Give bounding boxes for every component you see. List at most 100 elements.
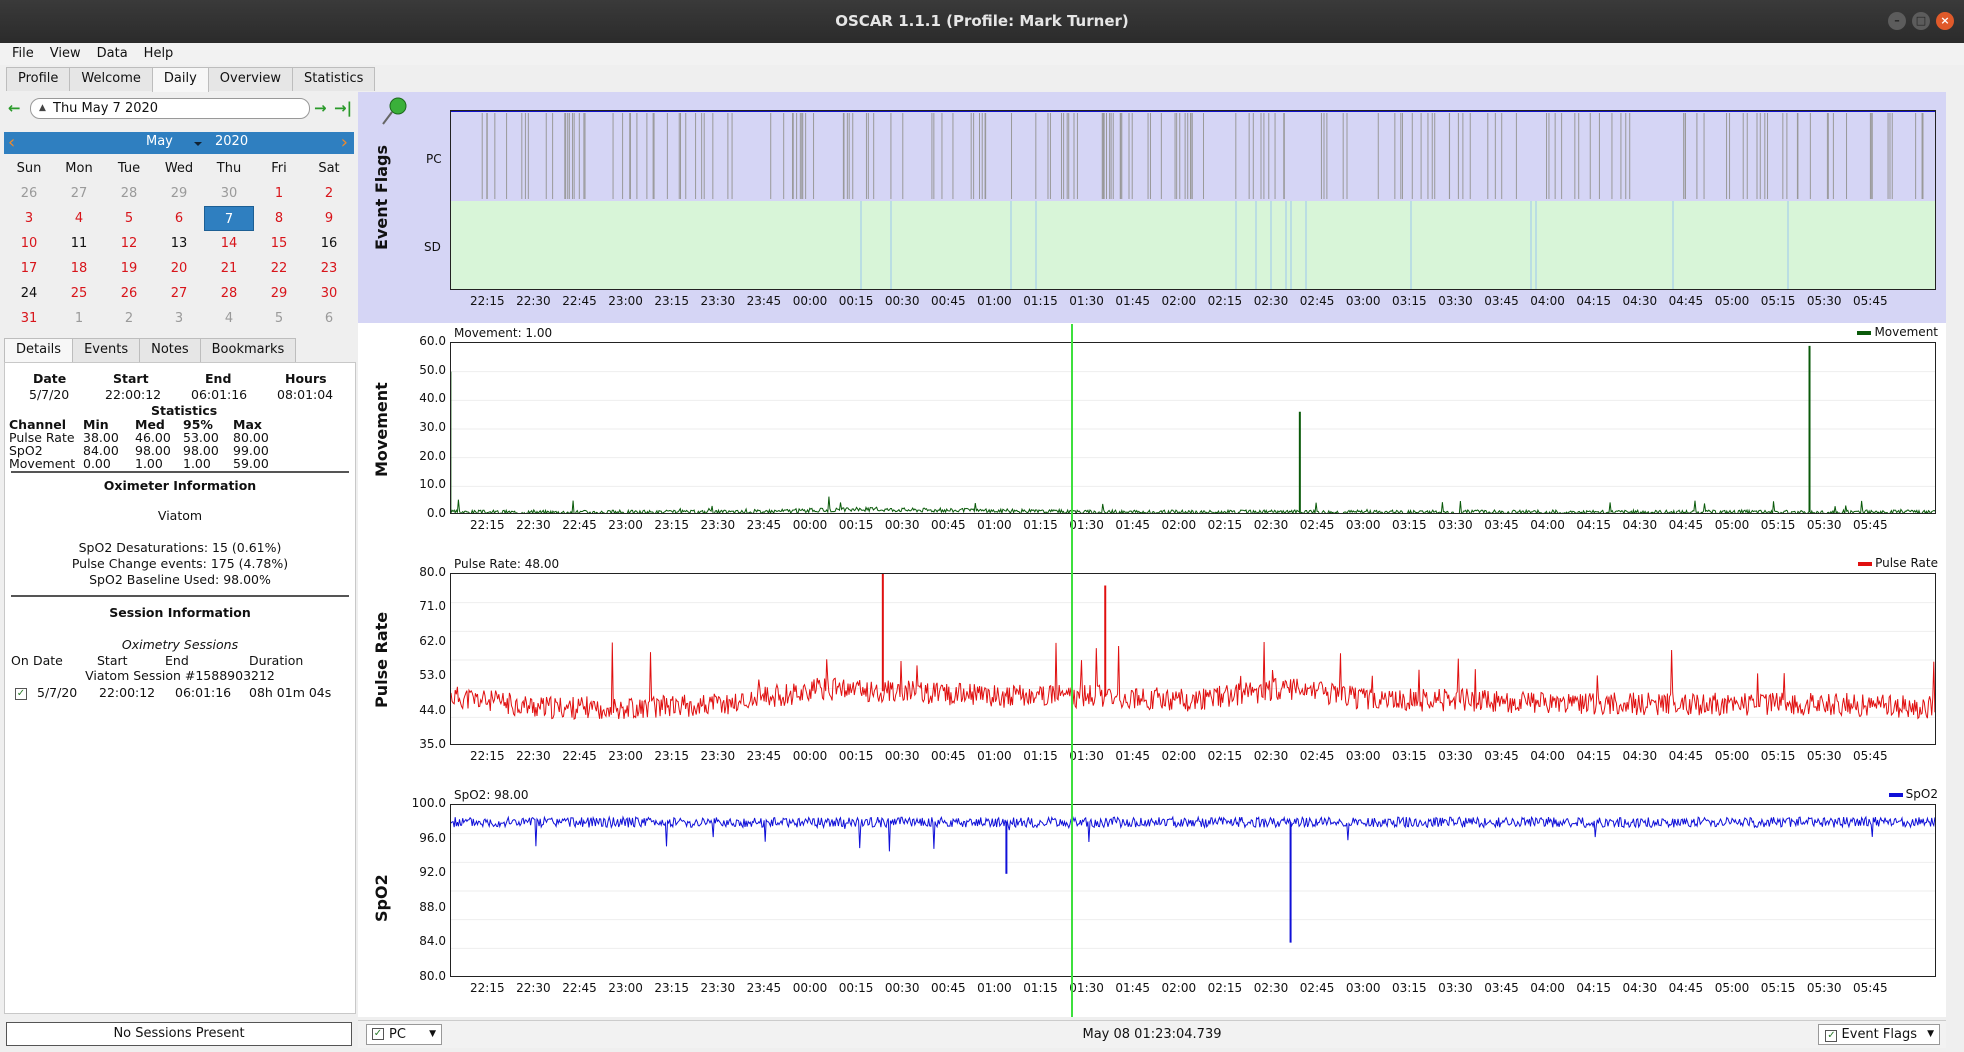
menu-data[interactable]: Data bbox=[91, 43, 134, 65]
series-line bbox=[451, 815, 1935, 852]
calendar-day[interactable]: 30 bbox=[204, 181, 254, 206]
calendar-day[interactable]: 3 bbox=[154, 306, 204, 331]
calendar-day[interactable]: 18 bbox=[54, 256, 104, 281]
x-tick-label: 23:15 bbox=[654, 981, 689, 995]
tab-events[interactable]: Events bbox=[72, 338, 141, 362]
tab-daily[interactable]: Daily bbox=[151, 67, 209, 92]
calendar-day[interactable]: 10 bbox=[4, 231, 54, 256]
x-tick-label: 00:15 bbox=[838, 749, 874, 763]
x-tick-label: 01:15 bbox=[1023, 749, 1058, 763]
calendar-day[interactable]: 2 bbox=[304, 181, 354, 206]
calendar-year[interactable]: 2020 bbox=[215, 134, 248, 149]
y-tick-label: 88.0 bbox=[419, 899, 446, 914]
calendar-day[interactable]: 28 bbox=[204, 281, 254, 306]
menu-help[interactable]: Help bbox=[138, 43, 180, 65]
calendar-day[interactable]: 30 bbox=[304, 281, 354, 306]
calendar-day[interactable]: 15 bbox=[254, 231, 304, 256]
x-tick-label: 02:45 bbox=[1299, 518, 1335, 532]
x-tick-label: 01:15 bbox=[1023, 981, 1058, 995]
pulse-rate-plot[interactable] bbox=[450, 573, 1936, 745]
calendar-day[interactable]: 6 bbox=[304, 306, 354, 331]
prev-month-chevron-icon[interactable]: ‹ bbox=[8, 132, 15, 154]
calendar-day[interactable]: 24 bbox=[4, 281, 54, 306]
calendar-day[interactable]: 4 bbox=[54, 206, 104, 231]
calendar-day[interactable]: 28 bbox=[104, 181, 154, 206]
event-flags-select[interactable]: ✓ Event Flags ▼ bbox=[1818, 1024, 1940, 1045]
x-tick-label: 02:15 bbox=[1207, 749, 1243, 763]
calendar-day[interactable]: 20 bbox=[154, 256, 204, 281]
close-button[interactable]: × bbox=[1936, 12, 1954, 30]
x-tick-label: 22:30 bbox=[516, 294, 551, 308]
minimize-button[interactable]: – bbox=[1888, 12, 1906, 30]
session-enabled-checkbox[interactable]: ✓ bbox=[15, 684, 27, 700]
calendar-day[interactable]: 5 bbox=[104, 206, 154, 231]
event-flags-plot[interactable] bbox=[450, 110, 1936, 290]
calendar-day[interactable]: 23 bbox=[304, 256, 354, 281]
menu-bar: File View Data Help bbox=[0, 43, 1964, 65]
sd-row-label: SD bbox=[424, 240, 441, 254]
calendar-day[interactable]: 26 bbox=[104, 281, 154, 306]
x-tick-label: 04:30 bbox=[1622, 749, 1658, 763]
graphs-scrollbar[interactable] bbox=[1946, 92, 1964, 1017]
spo2-plot[interactable] bbox=[450, 804, 1936, 977]
calendar-day[interactable]: 19 bbox=[104, 256, 154, 281]
calendar-day[interactable]: 1 bbox=[54, 306, 104, 331]
calendar-day[interactable]: 12 bbox=[104, 231, 154, 256]
calendar-day[interactable]: 14 bbox=[204, 231, 254, 256]
detail-hours: 08:01:04 bbox=[277, 387, 334, 402]
movement-plot[interactable] bbox=[450, 342, 1936, 514]
next-month-chevron-icon[interactable]: › bbox=[341, 132, 348, 154]
next-day-arrow-icon[interactable]: → bbox=[314, 99, 327, 117]
calendar-day[interactable]: 22 bbox=[254, 256, 304, 281]
y-tick-label: 62.0 bbox=[419, 633, 446, 648]
x-tick-label: 00:45 bbox=[931, 981, 966, 995]
x-tick-label: 03:45 bbox=[1484, 294, 1519, 308]
prev-day-arrow-icon[interactable]: ← bbox=[8, 99, 21, 117]
col-start: Start bbox=[113, 371, 149, 386]
calendar-day[interactable]: 25 bbox=[54, 281, 104, 306]
calendar-day[interactable]: 16 bbox=[304, 231, 354, 256]
tab-details[interactable]: Details bbox=[4, 338, 74, 363]
calendar-day[interactable]: 9 bbox=[304, 206, 354, 231]
calendar-day[interactable]: 4 bbox=[204, 306, 254, 331]
x-tick-label: 00:15 bbox=[838, 518, 874, 532]
y-tick-label: 50.0 bbox=[419, 362, 446, 377]
pin-icon[interactable] bbox=[378, 94, 408, 128]
tab-profile[interactable]: Profile bbox=[6, 67, 71, 91]
calendar-day[interactable]: 21 bbox=[204, 256, 254, 281]
calendar-day[interactable]: 8 bbox=[254, 206, 304, 231]
calendar-day[interactable]: 13 bbox=[154, 231, 204, 256]
calendar-day[interactable]: 27 bbox=[154, 281, 204, 306]
calendar-day[interactable]: 7 bbox=[204, 206, 254, 231]
calendar-day[interactable]: 17 bbox=[4, 256, 54, 281]
calendar-day[interactable]: 31 bbox=[4, 306, 54, 331]
calendar-day[interactable]: 3 bbox=[4, 206, 54, 231]
last-day-arrow-icon[interactable]: →| bbox=[334, 99, 352, 117]
calendar-day[interactable]: 5 bbox=[254, 306, 304, 331]
calendar-day[interactable]: 26 bbox=[4, 181, 54, 206]
calendar-day[interactable]: 2 bbox=[104, 306, 154, 331]
calendar-day[interactable]: 6 bbox=[154, 206, 204, 231]
calendar-day[interactable]: 1 bbox=[254, 181, 304, 206]
tab-overview[interactable]: Overview bbox=[207, 67, 294, 91]
menu-file[interactable]: File bbox=[6, 43, 40, 65]
menu-view[interactable]: View bbox=[44, 43, 87, 65]
calendar-day[interactable]: 27 bbox=[54, 181, 104, 206]
x-tick-label: 00:30 bbox=[884, 294, 920, 308]
calendar-day[interactable]: 11 bbox=[54, 231, 104, 256]
stat-cell: 59.00 bbox=[233, 456, 269, 471]
tab-notes[interactable]: Notes bbox=[139, 338, 201, 362]
x-tick-label: 22:15 bbox=[470, 749, 505, 763]
calendar-month-select[interactable]: May bbox=[146, 134, 202, 149]
maximize-button[interactable]: □ bbox=[1912, 12, 1930, 30]
calendar-day[interactable]: 29 bbox=[154, 181, 204, 206]
x-tick-label: 22:30 bbox=[516, 981, 551, 995]
tab-bookmarks[interactable]: Bookmarks bbox=[199, 338, 297, 362]
x-tick-label: 22:45 bbox=[562, 749, 597, 763]
tab-welcome[interactable]: Welcome bbox=[69, 67, 153, 91]
event-flags-checkbox[interactable]: ✓ bbox=[1825, 1030, 1838, 1042]
date-picker[interactable]: ▲ Thu May 7 2020 bbox=[30, 98, 310, 119]
x-tick-label: 23:30 bbox=[700, 749, 736, 763]
calendar-day[interactable]: 29 bbox=[254, 281, 304, 306]
tab-statistics[interactable]: Statistics bbox=[292, 67, 376, 91]
